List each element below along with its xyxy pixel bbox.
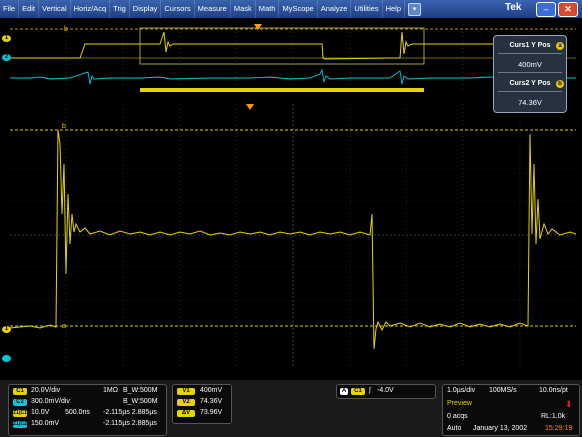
menu-bar: File Edit Vertical Horiz/Acq Trig Display Curs… xyxy=(0,0,582,18)
chevron-down-icon[interactable]: ▾ xyxy=(408,2,422,16)
cursor-readout-panel[interactable]: Curs1 Y Pos a 400mV Curs2 Y Pos b 74.36V xyxy=(493,35,567,113)
trigger-level: -4.0V xyxy=(377,387,394,394)
menu-cursors[interactable]: Cursors xyxy=(161,0,195,18)
menu-utilities[interactable]: Utilities xyxy=(351,0,383,18)
menu-horiz-acq[interactable]: Horiz/Acq xyxy=(71,0,111,18)
ch2-bandwidth: B_W:500M xyxy=(123,398,158,405)
curs2-value[interactable]: 74.36V xyxy=(494,98,566,107)
cursor-b-label: b xyxy=(62,123,66,130)
acq-date: January 13, 2002 xyxy=(473,425,528,432)
ch2-scale: 300.0mV/div xyxy=(31,398,70,405)
red-arrow-icon[interactable]: ⬇ xyxy=(565,399,573,410)
cursor-a-label: a xyxy=(62,323,66,330)
channel-readout-box[interactable]: C1 20.0V/div 1MΩ B_W:500M C2 300.0mV/div… xyxy=(8,384,167,436)
menu-math[interactable]: Math xyxy=(256,0,280,18)
trigger-source-badge: C1 xyxy=(351,388,365,395)
cursor-b-icon: b xyxy=(556,80,564,88)
menu-display[interactable]: Display xyxy=(130,0,162,18)
menu-trig[interactable]: Trig xyxy=(110,0,130,18)
z1c2-badge[interactable]: Z1(C2) xyxy=(13,421,29,428)
resolution: 10.0ns/pt xyxy=(539,387,568,394)
menu-myscope[interactable]: MyScope xyxy=(279,0,318,18)
v1-value: 400mV xyxy=(200,387,223,394)
cursor-values-box[interactable]: V1 400mV V2 74.36V ΔV 73.96V xyxy=(172,384,232,424)
ch1-overview-marker-icon[interactable]: 1 xyxy=(2,35,11,42)
zoom-waveform-display[interactable]: b a xyxy=(10,104,576,366)
dv-badge: ΔV xyxy=(177,410,195,417)
ch1-scale: 20.0V/div xyxy=(31,387,61,394)
sample-rate: 100MS/s xyxy=(489,387,517,394)
z1c1-range: -2.115µs 2.885µs xyxy=(103,409,157,416)
ch1-marker-icon[interactable]: 1 xyxy=(2,326,11,333)
menu-mask[interactable]: Mask xyxy=(231,0,256,18)
run-mode: Auto xyxy=(447,425,462,432)
menu-measure[interactable]: Measure xyxy=(195,0,231,18)
menu-analyze[interactable]: Analyze xyxy=(318,0,352,18)
acq-time: 15:29:19 xyxy=(545,425,573,432)
close-icon[interactable]: ✕ xyxy=(558,2,578,17)
z1c2-scale: 150.0mV xyxy=(31,420,60,427)
ch1-badge[interactable]: C1 xyxy=(13,388,27,395)
menu-edit[interactable]: Edit xyxy=(19,0,40,18)
v2-badge: V2 xyxy=(177,399,195,406)
acq-count: 0 acqs xyxy=(447,413,468,420)
record-length: RL:1.0k xyxy=(541,413,566,420)
z1c1-scale: 10.0V xyxy=(31,409,50,416)
ch1-bandwidth: B_W:500M xyxy=(123,387,158,394)
z1c1-badge[interactable]: Z1(C1) xyxy=(13,410,29,417)
status-bar: C1 20.0V/div 1MΩ B_W:500M C2 300.0mV/div… xyxy=(0,380,582,437)
zoom-range-bar[interactable] xyxy=(140,88,424,92)
ch2-marker-icon[interactable]: 2 xyxy=(2,54,11,61)
tek-logo: Tek xyxy=(505,2,522,13)
curs1-value[interactable]: 400mV xyxy=(494,60,566,69)
ch2-zoom-marker-icon[interactable] xyxy=(2,355,11,362)
ch2-badge[interactable]: C2 xyxy=(13,399,27,406)
trigger-mode-badge: A xyxy=(340,388,348,395)
menu-help[interactable]: Help xyxy=(383,0,406,18)
acquisition-readout-box[interactable]: 1.0µs/div 100MS/s 10.0ns/pt Preview ⬇ 0 … xyxy=(442,384,580,436)
ch1-impedance: 1MΩ xyxy=(103,387,118,394)
z1c2-range: -2.115µs 2.885µs xyxy=(103,420,157,427)
minimize-icon[interactable]: – xyxy=(536,2,556,17)
v2-value: 74.36V xyxy=(200,398,223,405)
overview-cursor-b-label: b xyxy=(64,26,68,33)
dv-value: 73.96V xyxy=(200,409,223,416)
menu-file[interactable]: File xyxy=(0,0,20,18)
z1c1-time: 500.0ns xyxy=(65,409,90,416)
rising-edge-icon: ∫ xyxy=(369,387,371,394)
trigger-readout-box[interactable]: A C1 ∫ -4.0V xyxy=(336,384,436,399)
v1-badge: V1 xyxy=(177,388,195,395)
cursor-a-icon: a xyxy=(556,42,564,50)
acq-mode: Preview xyxy=(447,400,472,407)
menu-vertical[interactable]: Vertical xyxy=(39,0,71,18)
overview-waveform-display[interactable]: b xyxy=(10,18,576,92)
horiz-scale: 1.0µs/div xyxy=(447,387,476,394)
